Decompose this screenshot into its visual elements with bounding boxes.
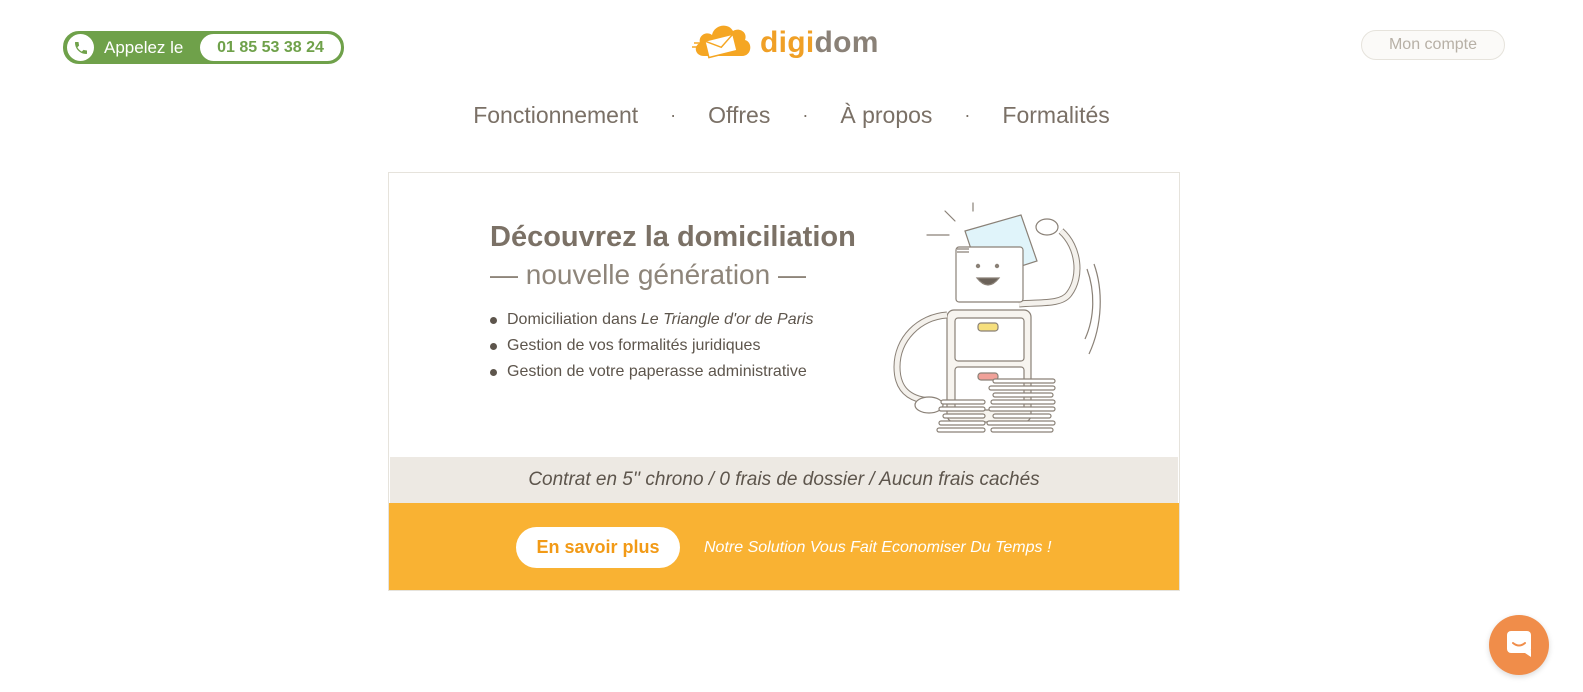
phone-icon — [67, 34, 94, 61]
digidom-logo[interactable]: digidom — [692, 20, 879, 65]
cta-banner: En savoir plus Notre Solution Vous Fait … — [389, 503, 1179, 590]
cta-text: Notre Solution Vous Fait Economiser Du T… — [704, 538, 1052, 556]
main-nav: Fonctionnement · Offres · À propos · For… — [0, 102, 1583, 129]
filing-cabinet-robot-illustration — [889, 199, 1119, 444]
nav-item-formalites[interactable]: Formalités — [1000, 102, 1111, 129]
call-label: Appelez le — [104, 37, 184, 57]
bullet-icon — [490, 316, 497, 324]
bullet-icon — [490, 342, 497, 350]
nav-item-offres[interactable]: Offres — [706, 102, 772, 129]
nav-item-a-propos[interactable]: À propos — [838, 102, 934, 129]
learn-more-button[interactable]: En savoir plus — [516, 527, 680, 568]
logo-text-dom: dom — [814, 25, 879, 59]
chat-bubble-icon — [1504, 628, 1534, 663]
feature-list: Domiciliation dans Le Triangle d'or de P… — [490, 307, 813, 385]
feature-item: Gestion de vos formalités juridiques — [490, 333, 813, 359]
nav-separator: · — [802, 105, 809, 125]
account-button[interactable]: Mon compte — [1361, 30, 1505, 60]
chat-launcher-button[interactable] — [1489, 615, 1549, 675]
feature-text: Gestion de vos formalités juridiques — [507, 337, 761, 354]
feature-text: Gestion de votre paperasse administrativ… — [507, 363, 807, 380]
cloud-envelope-logo-icon — [692, 20, 754, 65]
nav-separator: · — [964, 105, 971, 125]
call-phone-link[interactable]: Appelez le 01 85 53 38 24 — [63, 31, 344, 64]
hero-card: Découvrez la domiciliation — nouvelle gé… — [388, 172, 1180, 591]
nav-item-fonctionnement[interactable]: Fonctionnement — [471, 102, 640, 129]
hero-title: Découvrez la domiciliation — [490, 221, 856, 253]
tagline-text: Contrat en 5'' chrono / 0 frais de dossi… — [528, 469, 1040, 490]
feature-text: Domiciliation dans — [507, 311, 637, 328]
bullet-icon — [490, 368, 497, 376]
feature-item: Gestion de votre paperasse administrativ… — [490, 359, 813, 385]
feature-item: Domiciliation dans Le Triangle d'or de P… — [490, 307, 813, 333]
logo-text-digi: digi — [760, 25, 815, 59]
nav-separator: · — [670, 105, 677, 125]
phone-number[interactable]: 01 85 53 38 24 — [200, 34, 341, 61]
feature-emphasis: Le Triangle d'or de Paris — [640, 311, 814, 328]
hero-subtitle: — nouvelle génération — — [490, 259, 806, 290]
tagline-banner: Contrat en 5'' chrono / 0 frais de dossi… — [390, 457, 1178, 503]
